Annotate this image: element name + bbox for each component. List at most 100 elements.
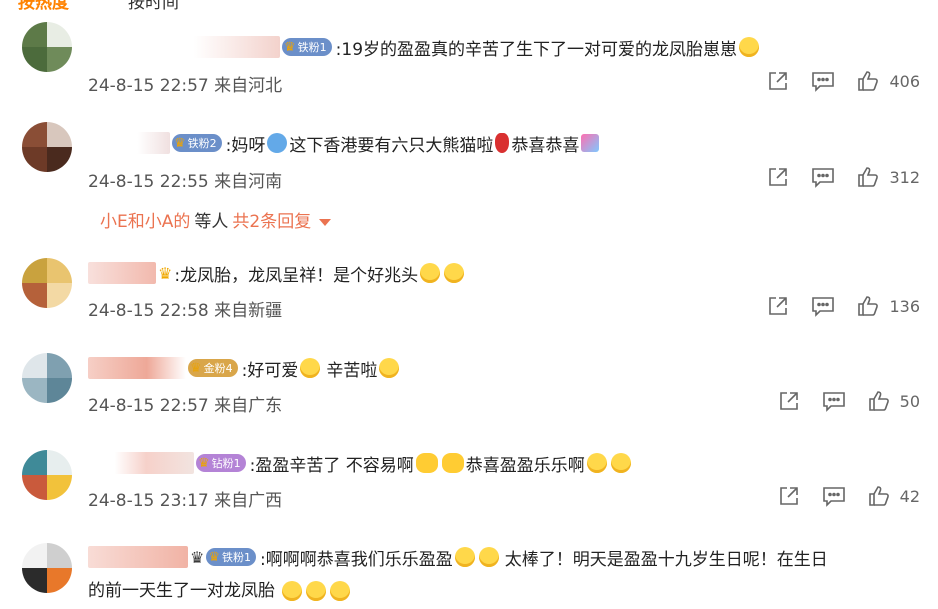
doraemon-emoji-icon <box>267 133 288 153</box>
crying-face-emoji-icon <box>420 263 441 283</box>
thumbs-up-icon <box>868 486 889 506</box>
share-icon <box>769 72 788 90</box>
fan-badge[interactable]: ♛ 铁粉1 <box>206 548 256 566</box>
tab-time[interactable]: 按时间 <box>128 0 179 13</box>
comment-text: :妈呀 <box>225 135 266 156</box>
comment-line: ♛ 铁粉1 :19岁的盈盈真的辛苦了生下了一对可爱的龙凤胎崽崽 <box>88 34 761 60</box>
comment-text: :盈盈辛苦了 不容易啊 <box>249 455 414 476</box>
comment-line: ♛ ♛ 铁粉1 :啊啊啊恭喜我们乐乐盈盈 太棒了！明天是盈盈十九岁生日呢！在生日 <box>88 544 828 570</box>
share-icon <box>769 168 788 186</box>
comment-text-continued: 的前一天生了一对龙凤胎 <box>88 576 352 601</box>
like-button[interactable]: 50 <box>868 390 920 412</box>
crown-icon: ♛ <box>174 135 186 151</box>
like-button[interactable]: 406 <box>857 70 920 92</box>
laughing-face-emoji-icon <box>330 581 351 601</box>
share-button[interactable] <box>767 295 789 317</box>
comment-button[interactable] <box>822 390 846 412</box>
avatar[interactable] <box>22 450 72 500</box>
smiling-face-emoji-icon <box>454 547 475 567</box>
laughing-face-emoji-icon <box>282 581 303 601</box>
comment-icon <box>812 72 835 92</box>
comment-text: 辛苦啦 <box>326 360 378 381</box>
comment-actions: 50 <box>756 390 920 412</box>
comment-text: :啊啊啊恭喜我们乐乐盈盈 <box>260 549 453 570</box>
comment-actions: 312 <box>745 166 920 188</box>
username[interactable] <box>88 36 280 58</box>
fan-badge[interactable]: ♛ 铁粉2 <box>172 134 222 152</box>
like-count: 406 <box>889 71 920 91</box>
crown-icon: ♛ <box>158 263 173 283</box>
fan-badge[interactable]: ♛ 钻粉1 <box>196 454 246 472</box>
avatar[interactable] <box>22 543 72 593</box>
hug-emoji-icon <box>441 453 464 473</box>
tab-hot[interactable]: 按热度 <box>18 0 69 13</box>
location: 来自广东 <box>214 396 283 416</box>
heart-eyes-emoji-icon <box>379 358 400 378</box>
share-button[interactable] <box>778 485 800 507</box>
comment-button[interactable] <box>811 70 835 92</box>
thumbs-up-icon <box>858 167 879 187</box>
like-button[interactable]: 312 <box>857 166 920 188</box>
fan-badge[interactable]: ♛ 铁粉1 <box>282 38 332 56</box>
username[interactable] <box>88 357 186 379</box>
like-button[interactable]: 42 <box>868 485 920 507</box>
comment-line: ♛ 金粉4 :好可爱 辛苦啦 <box>88 355 401 381</box>
comment-icon <box>812 168 835 188</box>
timestamp: 24-8-15 22:57 <box>88 76 209 96</box>
like-count: 136 <box>889 296 920 316</box>
comment-text: 太棒了！明天是盈盈十九岁生日呢！在生日 <box>504 549 828 570</box>
fan-badge[interactable]: ♛ 金粉4 <box>188 359 238 377</box>
avatar[interactable] <box>22 122 72 172</box>
expand-arrow-icon[interactable] <box>319 218 332 226</box>
comment-line: ♛ 铁粉2 :妈呀 这下香港要有六只大熊猫啦 恭喜恭喜 <box>88 130 601 156</box>
comment-button[interactable] <box>822 485 846 507</box>
location: 来自河北 <box>214 76 283 96</box>
like-count: 42 <box>899 486 920 506</box>
smiling-face-emoji-icon <box>478 547 499 567</box>
comment-text: :19岁的盈盈真的辛苦了生下了一对可爱的龙凤胎崽崽 <box>335 39 738 60</box>
share-button[interactable] <box>767 70 789 92</box>
comment-actions: 136 <box>745 295 920 317</box>
timestamp: 24-8-15 22:57 <box>88 396 209 416</box>
crown-icon: ♛ <box>208 549 220 565</box>
crown-icon: ♛ <box>190 360 202 376</box>
crying-face-emoji-icon <box>610 453 631 473</box>
rose-emoji-icon <box>495 133 510 153</box>
comment-actions: 406 <box>745 70 920 92</box>
thumbs-up-icon <box>858 296 879 316</box>
username[interactable] <box>88 452 194 474</box>
share-button[interactable] <box>778 390 800 412</box>
timestamp: 24-8-15 23:17 <box>88 491 209 511</box>
comment-line: ♛ 钻粉1 :盈盈辛苦了 不容易啊 恭喜盈盈乐乐啊 <box>88 450 633 476</box>
reply-count[interactable]: 共2条回复 <box>232 212 311 232</box>
crown-icon: ♛ <box>198 455 210 471</box>
username[interactable] <box>88 262 156 284</box>
username[interactable] <box>88 546 188 568</box>
avatar[interactable] <box>22 258 72 308</box>
crying-face-emoji-icon <box>586 453 607 473</box>
comment-meta: 24-8-15 23:17 来自广西 <box>88 486 282 511</box>
location: 来自河南 <box>214 172 283 192</box>
location: 来自新疆 <box>214 301 283 321</box>
avatar[interactable] <box>22 22 72 72</box>
avatar[interactable] <box>22 353 72 403</box>
timestamp: 24-8-15 22:58 <box>88 301 209 321</box>
like-count: 312 <box>889 167 920 187</box>
reply-summary[interactable]: 小E和小A的 等人 共2条回复 <box>100 207 332 232</box>
comment-actions: 42 <box>756 485 920 507</box>
reply-authors[interactable]: 小E和小A的 <box>100 212 190 232</box>
hug-emoji-icon <box>415 453 438 473</box>
comment-meta: 24-8-15 22:58 来自新疆 <box>88 296 282 321</box>
like-button[interactable]: 136 <box>857 295 920 317</box>
username[interactable] <box>88 132 170 154</box>
thumbs-up-icon <box>858 71 879 91</box>
party-face-emoji-icon <box>739 37 760 57</box>
comment-button[interactable] <box>811 295 835 317</box>
share-button[interactable] <box>767 166 789 188</box>
comment-button[interactable] <box>811 166 835 188</box>
share-icon <box>769 297 788 315</box>
crown-icon: ♛ <box>190 547 205 567</box>
comment-meta: 24-8-15 22:55 来自河南 <box>88 167 282 192</box>
comment-text: :好可爱 <box>241 360 299 381</box>
thumbs-up-icon <box>868 391 889 411</box>
